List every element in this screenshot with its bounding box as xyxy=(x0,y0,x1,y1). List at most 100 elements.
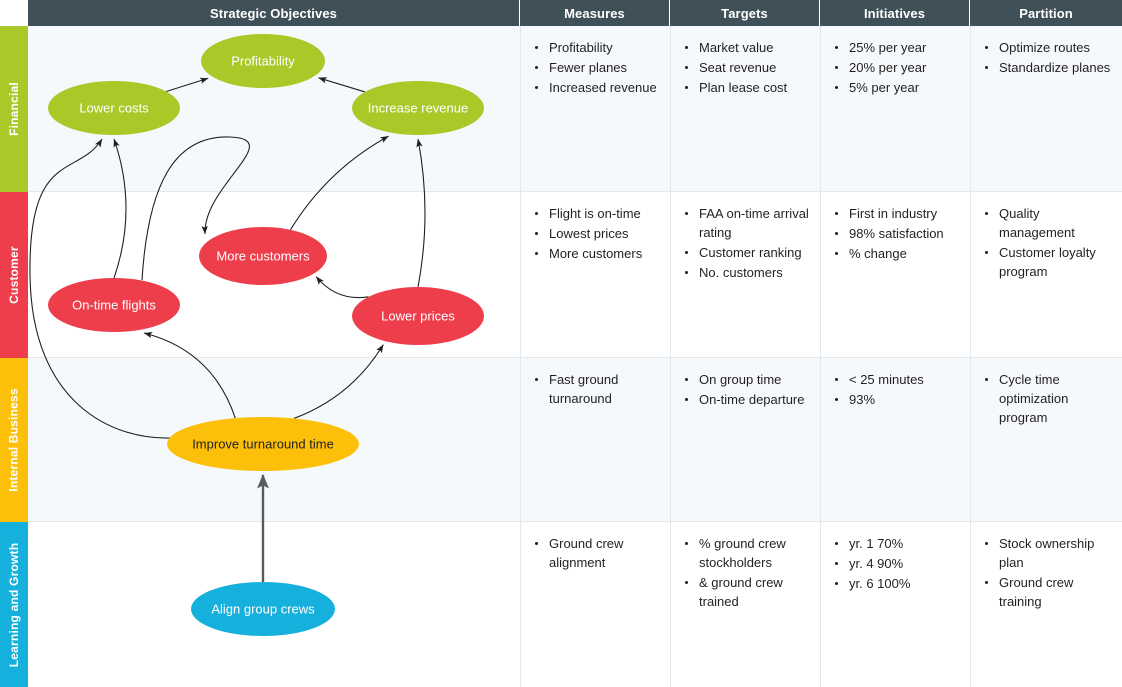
list-item: Seat revenue xyxy=(685,58,810,77)
list-item: % ground crew stockholders xyxy=(685,534,810,572)
node-label: Profitability xyxy=(231,53,295,68)
cell-partition: Stock ownership plan Ground crew training xyxy=(970,522,1122,687)
list-item: FAA on-time arrival rating xyxy=(685,206,809,240)
list-item: % change xyxy=(835,244,960,263)
cell-targets: % ground crew stockholders & ground crew … xyxy=(670,522,820,687)
cell-measures: Fast ground turnaround xyxy=(520,358,670,521)
list-item: Plan lease cost xyxy=(685,78,810,97)
list-item: Profitability xyxy=(535,38,660,57)
perspective-label-financial: Financial xyxy=(7,82,22,136)
cell-list: FAA on-time arrival rating Customer ranki… xyxy=(681,204,810,282)
cell-list: % ground crew stockholders & ground crew … xyxy=(681,534,810,611)
cell-list: Optimize routes Standardize planes xyxy=(981,38,1112,77)
list-item: Cycle time optimization program xyxy=(985,370,1112,427)
list-item: Lowest prices xyxy=(535,224,660,243)
cell-measures: Flight is on-time Lowest prices More custo… xyxy=(520,192,670,357)
list-item: 20% per year xyxy=(835,58,960,77)
cell-list: Cycle time optimization program xyxy=(981,370,1112,427)
cell-list: Market value Seat revenue Plan lease cost xyxy=(681,38,810,97)
cell-targets: FAA on-time arrival rating Customer ranki… xyxy=(670,192,820,357)
list-item: < 25 minutes xyxy=(835,370,960,389)
list-item: yr. 6 100% xyxy=(835,574,960,593)
table-header-row: Strategic Objectives Measures Targets In… xyxy=(0,0,1122,26)
list-item: Increased revenue xyxy=(535,78,660,97)
list-item: Market value xyxy=(685,38,810,57)
list-item: Flight is on-time xyxy=(535,204,660,223)
cell-targets: Market value Seat revenue Plan lease cost xyxy=(670,26,820,191)
node-label: On-time flights xyxy=(72,297,156,312)
list-item: Optimize routes xyxy=(985,38,1112,57)
list-item: yr. 1 70% xyxy=(835,534,960,553)
cell-list: Stock ownership plan Ground crew training xyxy=(981,534,1112,611)
perspective-bar-internal-business: Internal Business xyxy=(0,358,28,522)
perspective-bar-customer: Customer xyxy=(0,192,28,358)
diagram-node-more_customers[interactable]: More customers xyxy=(199,227,327,285)
node-label: Lower costs xyxy=(79,100,149,115)
strategy-map-page: Strategic Objectives Measures Targets In… xyxy=(0,0,1122,687)
node-label: Lower prices xyxy=(381,308,455,323)
perspective-label-internal-business: Internal Business xyxy=(7,388,21,492)
cell-list: Profitability Fewer planes Increased reven… xyxy=(531,38,660,97)
cell-initiatives: < 25 minutes 93% xyxy=(820,358,970,521)
node-label: More customers xyxy=(216,248,310,263)
cell-measures: Profitability Fewer planes Increased reven… xyxy=(520,26,670,191)
cell-partition: Optimize routes Standardize planes xyxy=(970,26,1122,191)
list-item: On group time xyxy=(685,370,810,389)
header-corner-spacer xyxy=(0,0,28,26)
list-item: Fewer planes xyxy=(535,58,660,77)
cell-list: yr. 1 70% yr. 4 90% yr. 6 100% xyxy=(831,534,960,593)
list-item: Stock ownership plan xyxy=(985,534,1112,572)
node-label: Improve turnaround time xyxy=(192,436,334,451)
column-header-strategic-objectives: Strategic Objectives xyxy=(28,0,520,26)
list-item: yr. 4 90% xyxy=(835,554,960,573)
list-item: Customer ranking xyxy=(685,243,810,262)
cell-initiatives: 25% per year 20% per year 5% per year xyxy=(820,26,970,191)
cell-list: Ground crew alignment xyxy=(531,534,660,572)
cell-partition: Cycle time optimization program xyxy=(970,358,1122,521)
list-item: On-time departure xyxy=(685,390,810,409)
list-item: 98% satisfaction xyxy=(835,224,960,243)
table-row: Flight is on-time Lowest prices More custo… xyxy=(28,192,1122,358)
perspective-label-customer: Customer xyxy=(7,246,21,304)
list-item: Quality management xyxy=(985,204,1112,242)
cell-list: Quality management Customer loyalty progr… xyxy=(981,204,1112,281)
list-item: & ground crew trained xyxy=(685,573,810,611)
column-header-measures: Measures xyxy=(520,0,670,26)
list-item: 93% xyxy=(835,390,960,409)
diagram-node-increase_rev[interactable]: Increase revenue xyxy=(352,81,484,135)
cell-list: < 25 minutes 93% xyxy=(831,370,960,409)
table-row: Profitability Fewer planes Increased reven… xyxy=(28,26,1122,192)
cell-list: 25% per year 20% per year 5% per year xyxy=(831,38,960,97)
cell-targets: On group time On-time departure xyxy=(670,358,820,521)
cell-measures: Ground crew alignment xyxy=(520,522,670,687)
cell-partition: Quality management Customer loyalty progr… xyxy=(970,192,1122,357)
diagram-node-turnaround[interactable]: Improve turnaround time xyxy=(167,417,359,471)
diagram-node-lower_prices[interactable]: Lower prices xyxy=(352,287,484,345)
list-item: Ground crew training xyxy=(985,573,1112,611)
cell-initiatives: First in industry 98% satisfaction% chang… xyxy=(820,192,970,357)
cell-list: Fast ground turnaround xyxy=(531,370,660,408)
diagram-node-profitability[interactable]: Profitability xyxy=(201,34,325,88)
column-header-initiatives: Initiatives xyxy=(820,0,970,26)
diagram-node-lower_costs[interactable]: Lower costs xyxy=(48,81,180,135)
list-item: 25% per year xyxy=(835,38,960,57)
list-item: 5% per year xyxy=(835,78,960,97)
cell-list: On group time On-time departure xyxy=(681,370,810,409)
node-label: Align group crews xyxy=(211,601,315,616)
cell-list: First in industry 98% satisfaction% chang… xyxy=(831,204,960,263)
list-item: Ground crew alignment xyxy=(535,534,660,572)
list-item: First in industry xyxy=(835,204,960,223)
perspective-label-learning-and-growth: Learning and Growth xyxy=(7,542,21,667)
list-item: Fast ground turnaround xyxy=(535,370,660,408)
cell-list: Flight is on-time Lowest prices More custo… xyxy=(531,204,660,263)
perspective-bar-financial: Financial xyxy=(0,26,28,192)
list-item: Customer loyalty program xyxy=(985,243,1112,281)
diagram-node-align_crews[interactable]: Align group crews xyxy=(191,582,335,636)
list-item: More customers xyxy=(535,244,660,263)
list-item: No. customers xyxy=(685,263,810,282)
list-item: Standardize planes xyxy=(985,60,1111,75)
cell-initiatives: yr. 1 70% yr. 4 90% yr. 6 100% xyxy=(820,522,970,687)
perspective-bar-learning-and-growth: Learning and Growth xyxy=(0,522,28,687)
node-label: Increase revenue xyxy=(368,100,468,115)
diagram-node-ontime_flights[interactable]: On-time flights xyxy=(48,278,180,332)
